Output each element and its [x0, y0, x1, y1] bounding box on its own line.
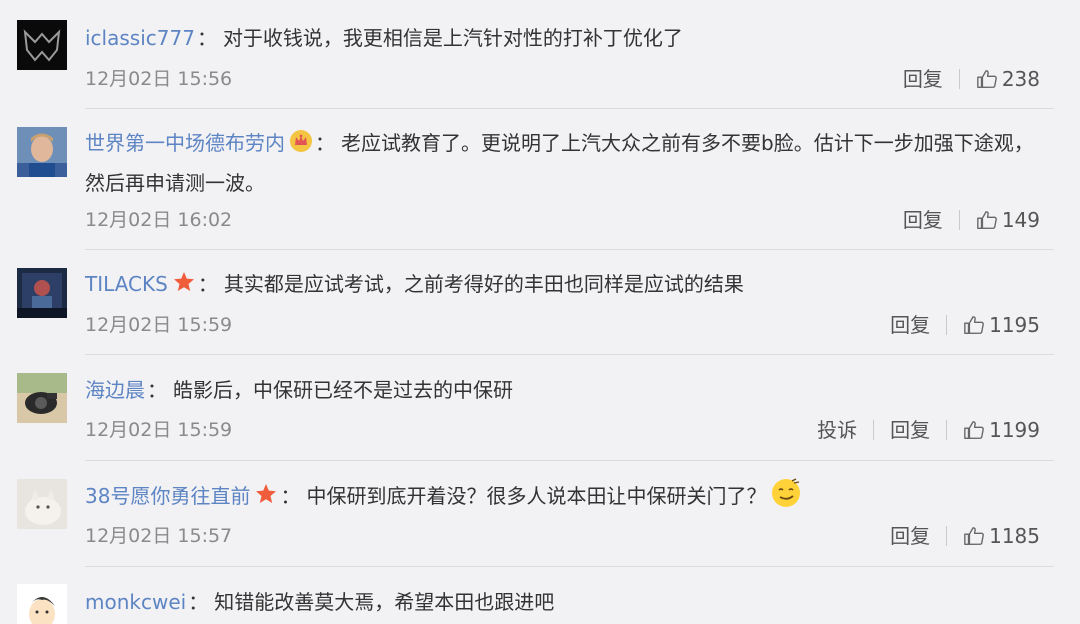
smirk-emoji-icon: [770, 477, 802, 520]
like-button[interactable]: 238: [976, 64, 1040, 94]
thumbs-up-icon: [964, 421, 984, 439]
thumbs-up-icon: [976, 211, 997, 229]
reply-button[interactable]: 回复: [903, 205, 943, 235]
colon: ：: [188, 590, 209, 614]
divider: [85, 566, 1054, 567]
separator: [946, 526, 948, 546]
comment-list: iclassic777：对于收钱说，我更相信是上汽针对性的打补丁优化了 12月0…: [0, 0, 1080, 624]
username[interactable]: 海边晨: [85, 378, 145, 402]
crown-icon: [289, 128, 313, 165]
timestamp: 12月02日 16:02: [85, 209, 233, 231]
timestamp: 12月02日 15:57: [85, 525, 233, 547]
like-count: 238: [1001, 67, 1040, 91]
username[interactable]: monkcwei: [85, 590, 186, 614]
thumbs-up-icon: [964, 316, 984, 334]
colon: ：: [197, 272, 218, 296]
like-button[interactable]: 1199: [963, 415, 1040, 445]
avatar[interactable]: [17, 373, 67, 423]
star-icon: [254, 481, 278, 517]
timestamp: 12月02日 15:59: [85, 314, 233, 336]
timestamp: 12月02日 15:59: [85, 419, 233, 441]
avatar[interactable]: [17, 20, 67, 70]
like-count: 1185: [989, 524, 1040, 548]
username[interactable]: iclassic777: [85, 26, 195, 50]
divider: [85, 249, 1054, 250]
reply-button[interactable]: 回复: [890, 415, 930, 445]
thumbs-up-icon: [976, 70, 997, 88]
colon: ：: [280, 484, 301, 508]
thumbs-up-icon: [964, 527, 984, 545]
like-button[interactable]: 149: [976, 205, 1040, 235]
avatar[interactable]: [17, 479, 67, 529]
divider: [85, 354, 1054, 355]
like-button[interactable]: 1195: [963, 310, 1040, 340]
star-icon: [172, 269, 196, 305]
report-button[interactable]: 投诉: [817, 415, 857, 445]
divider: [85, 460, 1054, 461]
comment-text: 其实都是应试考试，之前考得好的丰田也同样是应试的结果: [223, 272, 744, 296]
divider: [85, 108, 1054, 109]
separator: [958, 210, 960, 230]
avatar[interactable]: [17, 584, 67, 624]
comment-text: 对于收钱说，我更相信是上汽针对性的打补丁优化了: [222, 26, 683, 50]
like-button[interactable]: 1185: [963, 521, 1040, 551]
avatar[interactable]: [17, 268, 67, 318]
separator: [946, 420, 948, 440]
colon: ：: [196, 26, 217, 50]
colon: ：: [315, 131, 335, 155]
reply-button[interactable]: 回复: [903, 64, 943, 94]
reply-button[interactable]: 回复: [890, 521, 930, 551]
like-count: 1195: [989, 313, 1040, 337]
reply-button[interactable]: 回复: [890, 310, 930, 340]
like-count: 149: [1001, 208, 1040, 232]
timestamp: 12月02日 15:56: [85, 68, 233, 90]
separator: [958, 69, 960, 89]
avatar[interactable]: [17, 127, 67, 177]
comment-text: 知错能改善莫大焉，希望本田也跟进吧: [214, 590, 555, 614]
separator: [946, 315, 948, 335]
username[interactable]: TILACKS: [85, 272, 168, 296]
comment-text: 中保研到底开着没？很多人说本田让中保研关门了？: [306, 484, 767, 508]
comment-text: 皓影后，中保研已经不是过去的中保研: [173, 378, 513, 402]
like-count: 1199: [989, 418, 1040, 442]
separator: [873, 420, 875, 440]
colon: ：: [147, 378, 167, 402]
username[interactable]: 38号愿你勇往直前: [85, 484, 250, 508]
username[interactable]: 世界第一中场德布劳内: [85, 131, 285, 155]
